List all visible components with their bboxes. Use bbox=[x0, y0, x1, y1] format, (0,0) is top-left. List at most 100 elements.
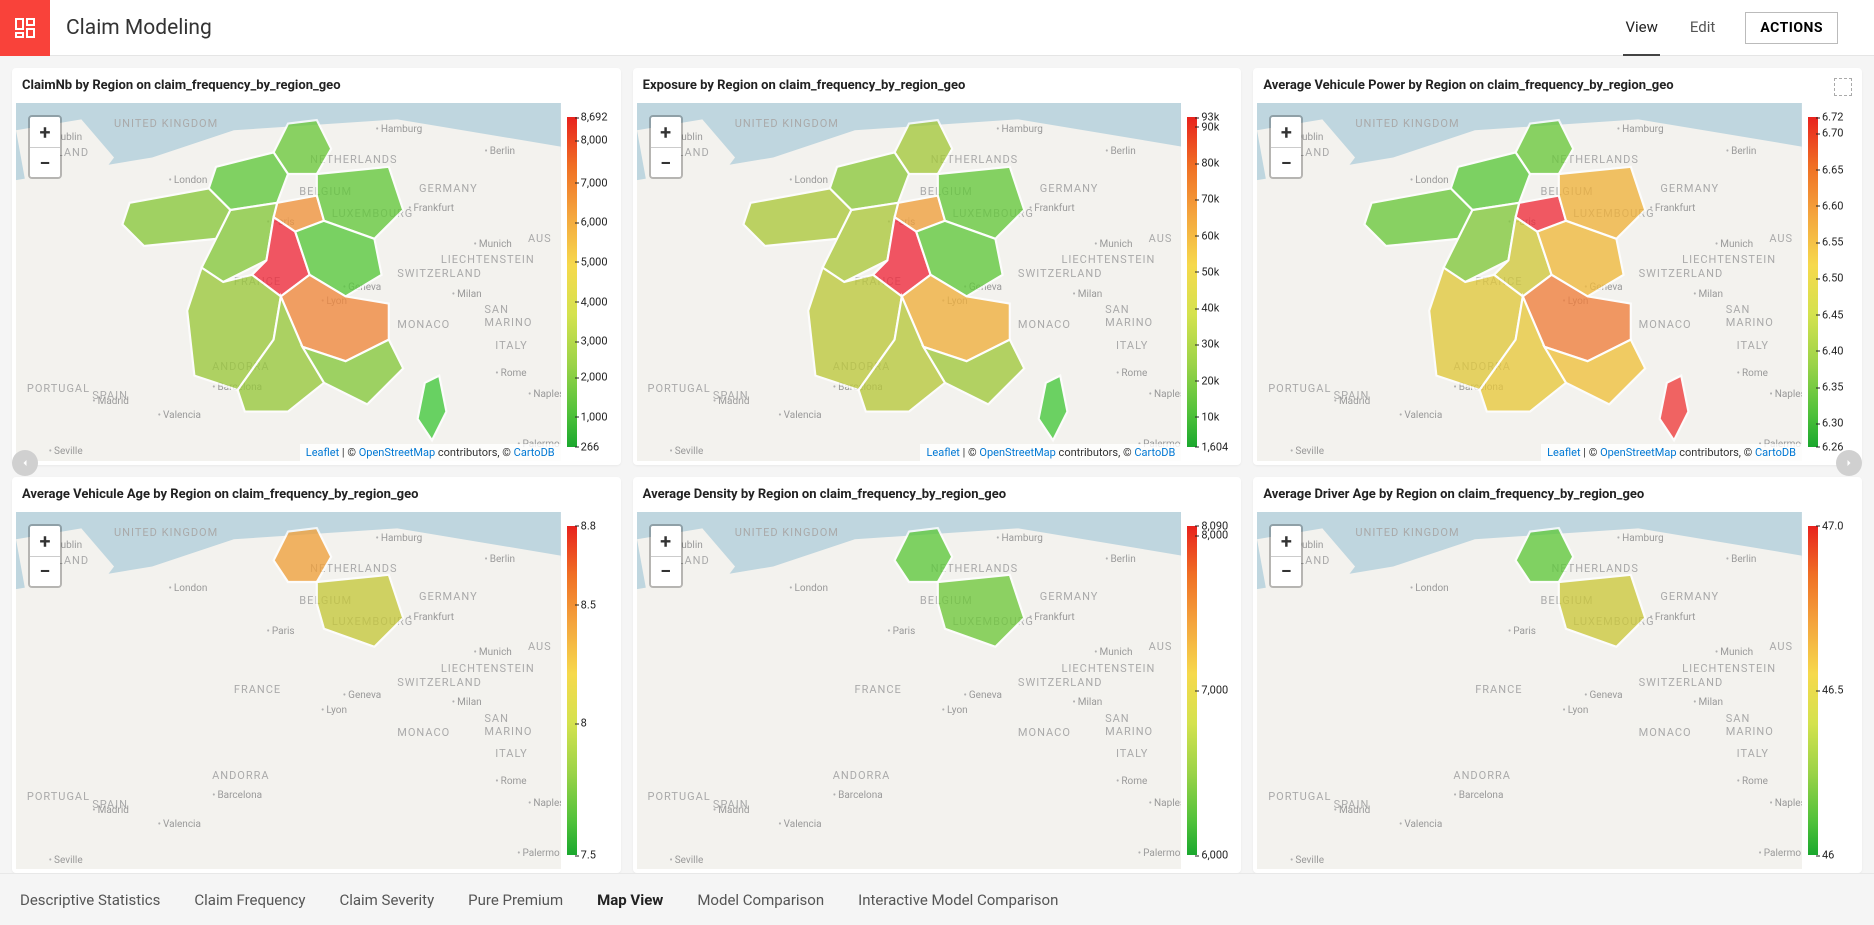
map-panel-5: Average Driver Age by Region on claim_fr… bbox=[1253, 477, 1862, 874]
country-label: AUS bbox=[528, 640, 552, 653]
legend-tick: 8,692 bbox=[581, 111, 608, 124]
map-attribution: Leaflet | © OpenStreetMap contributors, … bbox=[1541, 444, 1802, 461]
zoom-in-button[interactable]: + bbox=[1271, 526, 1301, 556]
prev-page-button[interactable] bbox=[12, 450, 38, 476]
osm-link[interactable]: OpenStreetMap bbox=[359, 446, 435, 459]
country-label: AUS bbox=[528, 232, 552, 245]
expand-icon[interactable] bbox=[1834, 78, 1852, 96]
country-label: ITALY bbox=[495, 747, 527, 760]
carto-link[interactable]: CartoDB bbox=[1755, 446, 1796, 459]
zoom-in-button[interactable]: + bbox=[651, 526, 681, 556]
country-label: ITALY bbox=[1116, 339, 1148, 352]
chevron-left-icon bbox=[19, 457, 31, 469]
zoom-out-button[interactable]: − bbox=[1271, 556, 1301, 586]
legend-tick: 70k bbox=[1201, 193, 1219, 206]
color-legend: 8,0908,0007,0006,000 bbox=[1181, 508, 1241, 874]
map-attribution: Leaflet | © OpenStreetMap contributors, … bbox=[920, 444, 1181, 461]
tab-map-view[interactable]: Map View bbox=[597, 877, 663, 923]
legend-tick: 6.70 bbox=[1822, 127, 1843, 140]
gradient-bar bbox=[1808, 117, 1818, 447]
country-label: AUS bbox=[1149, 232, 1173, 245]
legend-tick: 6.60 bbox=[1822, 199, 1843, 212]
zoom-control: + − bbox=[649, 524, 683, 588]
city-label: Naples bbox=[1769, 798, 1802, 809]
legend-tick: 47.0 bbox=[1822, 519, 1843, 532]
next-page-button[interactable] bbox=[1836, 450, 1862, 476]
france-choropleth[interactable] bbox=[1320, 512, 1740, 870]
country-label: ITALY bbox=[1116, 747, 1148, 760]
tab-descriptive-statistics[interactable]: Descriptive Statistics bbox=[20, 877, 160, 923]
chevron-right-icon bbox=[1843, 457, 1855, 469]
country-label: AUS bbox=[1769, 640, 1793, 653]
view-mode-tab[interactable]: View bbox=[1623, 0, 1659, 56]
leaflet-link[interactable]: Leaflet bbox=[926, 446, 959, 459]
map-canvas[interactable]: IRELANDNETHERLANDSBELGIUMLUXEMBOURGGERMA… bbox=[1257, 103, 1802, 461]
city-label: Rome bbox=[495, 776, 526, 787]
zoom-out-button[interactable]: − bbox=[651, 556, 681, 586]
map-canvas[interactable]: IRELANDNETHERLANDSBELGIUMLUXEMBOURGGERMA… bbox=[16, 103, 561, 461]
legend-tick: 46 bbox=[1822, 849, 1834, 862]
city-label: Naples bbox=[1769, 389, 1802, 400]
france-choropleth[interactable] bbox=[1320, 103, 1740, 461]
legend-tick: 8.5 bbox=[581, 598, 596, 611]
osm-link[interactable]: OpenStreetMap bbox=[1600, 446, 1676, 459]
zoom-control: + − bbox=[28, 115, 62, 179]
carto-link[interactable]: CartoDB bbox=[1134, 446, 1175, 459]
tab-interactive-model-comparison[interactable]: Interactive Model Comparison bbox=[858, 877, 1058, 923]
color-legend: 8,6928,0007,0006,0005,0004,0003,0002,000… bbox=[561, 99, 621, 465]
color-legend: 93k90k80k70k60k50k40k30k20k10k1,604 bbox=[1181, 99, 1241, 465]
zoom-out-button[interactable]: − bbox=[651, 147, 681, 177]
tab-model-comparison[interactable]: Model Comparison bbox=[697, 877, 824, 923]
city-label: Palermo bbox=[1138, 848, 1181, 859]
map-canvas[interactable]: IRELANDNETHERLANDSBELGIUMLUXEMBOURGGERMA… bbox=[1257, 512, 1802, 870]
carto-link[interactable]: CartoDB bbox=[514, 446, 555, 459]
app-header: Claim Modeling View Edit ACTIONS bbox=[0, 0, 1874, 56]
zoom-out-button[interactable]: − bbox=[30, 556, 60, 586]
france-choropleth[interactable] bbox=[699, 103, 1119, 461]
city-label: Palermo bbox=[1758, 848, 1801, 859]
map-canvas[interactable]: IRELANDNETHERLANDSBELGIUMLUXEMBOURGGERMA… bbox=[637, 512, 1182, 870]
country-label: AUS bbox=[1769, 232, 1793, 245]
zoom-in-button[interactable]: + bbox=[30, 526, 60, 556]
zoom-out-button[interactable]: − bbox=[1271, 147, 1301, 177]
osm-link[interactable]: OpenStreetMap bbox=[979, 446, 1055, 459]
legend-tick: 1,604 bbox=[1201, 440, 1228, 453]
legend-tick: 8,000 bbox=[1201, 529, 1228, 542]
city-label: Naples bbox=[528, 798, 561, 809]
legend-tick: 20k bbox=[1201, 374, 1219, 387]
city-label: Naples bbox=[528, 389, 561, 400]
edit-mode-tab[interactable]: Edit bbox=[1688, 0, 1717, 56]
map-panel-0: ClaimNb by Region on claim_frequency_by_… bbox=[12, 68, 621, 465]
map-panel-4: Average Density by Region on claim_frequ… bbox=[633, 477, 1242, 874]
legend-tick: 6.65 bbox=[1822, 163, 1843, 176]
app-logo[interactable] bbox=[0, 0, 50, 56]
tab-pure-premium[interactable]: Pure Premium bbox=[468, 877, 563, 923]
zoom-in-button[interactable]: + bbox=[1271, 117, 1301, 147]
legend-tick: 10k bbox=[1201, 410, 1219, 423]
color-legend: 8.88.587.5 bbox=[561, 508, 621, 874]
tab-claim-severity[interactable]: Claim Severity bbox=[339, 877, 434, 923]
leaflet-link[interactable]: Leaflet bbox=[1547, 446, 1580, 459]
legend-tick: 6.26 bbox=[1822, 440, 1843, 453]
city-label: Rome bbox=[1737, 776, 1768, 787]
leaflet-link[interactable]: Leaflet bbox=[306, 446, 339, 459]
tab-claim-frequency[interactable]: Claim Frequency bbox=[194, 877, 305, 923]
city-label: Naples bbox=[1149, 389, 1182, 400]
map-canvas[interactable]: IRELANDNETHERLANDSBELGIUMLUXEMBOURGGERMA… bbox=[16, 512, 561, 870]
zoom-in-button[interactable]: + bbox=[30, 117, 60, 147]
zoom-in-button[interactable]: + bbox=[651, 117, 681, 147]
legend-tick: 6.35 bbox=[1822, 381, 1843, 394]
country-label: ITALY bbox=[495, 339, 527, 352]
legend-tick: 90k bbox=[1201, 120, 1219, 133]
france-choropleth[interactable] bbox=[78, 103, 498, 461]
zoom-out-button[interactable]: − bbox=[30, 147, 60, 177]
legend-tick: 8,000 bbox=[581, 134, 608, 147]
panel-title: Average Density by Region on claim_frequ… bbox=[633, 477, 1242, 508]
map-canvas[interactable]: IRELANDNETHERLANDSBELGIUMLUXEMBOURGGERMA… bbox=[637, 103, 1182, 461]
legend-tick: 6.30 bbox=[1822, 417, 1843, 430]
actions-button[interactable]: ACTIONS bbox=[1745, 12, 1838, 44]
france-choropleth[interactable] bbox=[699, 512, 1119, 870]
zoom-control: + − bbox=[1269, 115, 1303, 179]
france-choropleth[interactable] bbox=[78, 512, 498, 870]
legend-tick: 6.45 bbox=[1822, 308, 1843, 321]
